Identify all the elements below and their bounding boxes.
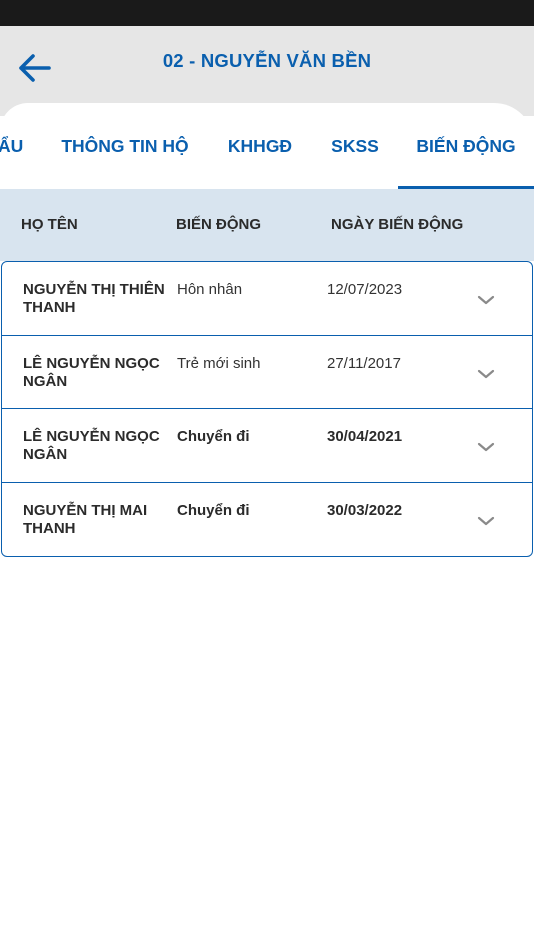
row-date: 12/07/2023	[327, 281, 403, 298]
table-row[interactable]: NGUYỄN THỊ THIÊN THANH Hôn nhân 12/07/20…	[2, 262, 532, 336]
chevron-down-icon[interactable]	[474, 511, 498, 531]
chevron-down-icon[interactable]	[474, 290, 498, 310]
row-event: Chuyển đi	[177, 501, 250, 519]
tab-bar: ẨU THÔNG TIN HỘ KHHGĐ SKSS BIẾN ĐỘNG	[0, 103, 534, 189]
chevron-down-icon[interactable]	[474, 364, 498, 384]
row-name: LÊ NGUYỄN NGỌC NGÂN	[23, 428, 160, 463]
table-row[interactable]: LÊ NGUYỄN NGỌC NGÂN Trẻ mới sinh 27/11/2…	[2, 336, 532, 409]
column-header-date: NGÀY BIẾN ĐỘNG	[331, 216, 464, 233]
tab-partial[interactable]: ẨU	[0, 103, 24, 189]
table-row[interactable]: LÊ NGUYỄN NGỌC NGÂN Chuyển đi 30/04/2021	[2, 409, 532, 483]
column-header-event: BIẾN ĐỘNG	[176, 216, 262, 233]
row-name: LÊ NGUYỄN NGỌC NGÂN	[23, 354, 160, 390]
row-date: 30/04/2021	[327, 428, 403, 445]
status-bar	[0, 0, 534, 26]
row-date: 27/11/2017	[327, 354, 401, 372]
chevron-down-icon[interactable]	[474, 437, 498, 457]
tab-thong-tin-ho[interactable]: THÔNG TIN HỘ	[58, 103, 192, 189]
row-name: NGUYỄN THỊ THIÊN THANH	[23, 281, 165, 316]
page-title: 02 - NGUYỄN VĂN BỀN	[162, 50, 372, 71]
change-list: NGUYỄN THỊ THIÊN THANH Hôn nhân 12/07/20…	[1, 261, 533, 557]
tab-bien-dong[interactable]: BIẾN ĐỘNG	[398, 103, 534, 189]
row-event: Chuyển đi	[177, 428, 250, 445]
tab-khhgd[interactable]: KHHGĐ	[220, 103, 300, 189]
column-header-name: HỌ TÊN	[21, 216, 78, 233]
row-date: 30/03/2022	[327, 501, 403, 519]
table-row[interactable]: NGUYỄN THỊ MAI THANH Chuyển đi 30/03/202…	[2, 483, 532, 557]
tab-skss[interactable]: SKSS	[324, 103, 386, 189]
row-event: Hôn nhân	[177, 281, 243, 298]
row-name: NGUYỄN THỊ MAI THANH	[23, 501, 148, 537]
table-header: HỌ TÊN BIẾN ĐỘNG NGÀY BIẾN ĐỘNG	[0, 189, 534, 261]
row-event: Trẻ mới sinh	[177, 354, 261, 372]
